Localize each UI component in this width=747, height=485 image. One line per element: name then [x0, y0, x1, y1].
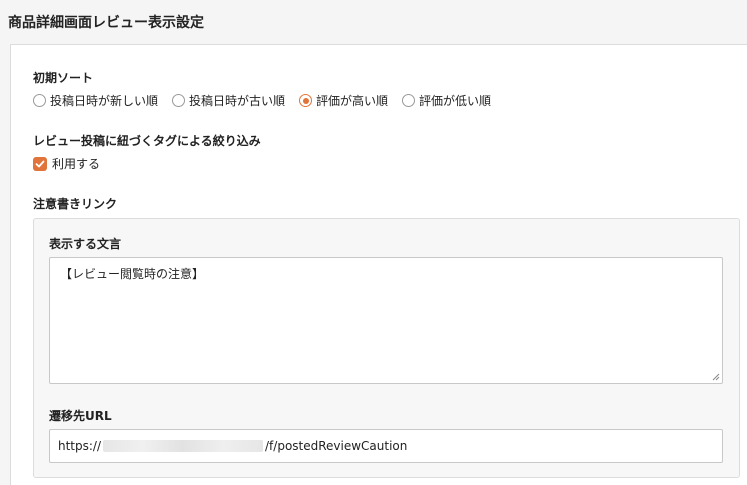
display-text-label: 表示する文言 [49, 237, 122, 251]
initial-sort-radio-group: 投稿日時が新しい順 投稿日時が古い順 評価が高い順 評価が低い順 [33, 92, 505, 109]
radio-selected-icon[interactable] [299, 94, 313, 107]
radio-sort-oldest[interactable]: 投稿日時が古い順 [172, 92, 285, 109]
redacted-url-segment [103, 440, 264, 452]
tag-filter-label: レビュー投稿に紐づくタグによる絞り込み [33, 134, 261, 148]
checkbox-label: 利用する [52, 157, 101, 171]
page-title: 商品詳細画面レビュー表示設定 [0, 0, 747, 44]
radio-label: 評価が高い順 [316, 94, 389, 108]
settings-card: 初期ソート 投稿日時が新しい順 投稿日時が古い順 評価が高い順 評価が低い順 レ… [10, 44, 747, 485]
radio-icon[interactable] [402, 94, 416, 107]
initial-sort-label: 初期ソート [33, 71, 94, 85]
url-suffix: /f/postedReviewCaution [265, 439, 408, 453]
radio-icon[interactable] [172, 94, 186, 107]
url-input[interactable]: https:// /f/postedReviewCaution [49, 429, 723, 463]
checkbox-checked-icon[interactable] [33, 156, 47, 171]
radio-sort-newest[interactable]: 投稿日時が新しい順 [33, 92, 158, 109]
radio-label: 投稿日時が古い順 [189, 94, 286, 108]
textarea-value: 【レビュー閲覧時の注意】 [60, 267, 205, 281]
radio-sort-rating-low[interactable]: 評価が低い順 [402, 92, 491, 109]
tag-filter-checkbox-row[interactable]: 利用する [33, 155, 100, 172]
notice-link-label: 注意書きリンク [33, 197, 118, 211]
resize-handle-icon[interactable] [712, 373, 720, 381]
url-label: 遷移先URL [49, 409, 112, 423]
radio-icon[interactable] [33, 94, 46, 107]
radio-label: 投稿日時が新しい順 [50, 94, 159, 108]
radio-label: 評価が低い順 [419, 94, 492, 108]
display-text-textarea[interactable]: 【レビュー閲覧時の注意】 [49, 257, 723, 384]
notice-link-panel: 表示する文言 【レビュー閲覧時の注意】 遷移先URL https:// /f/p… [33, 218, 740, 478]
url-prefix: https:// [58, 439, 102, 453]
radio-sort-rating-high[interactable]: 評価が高い順 [299, 92, 388, 109]
